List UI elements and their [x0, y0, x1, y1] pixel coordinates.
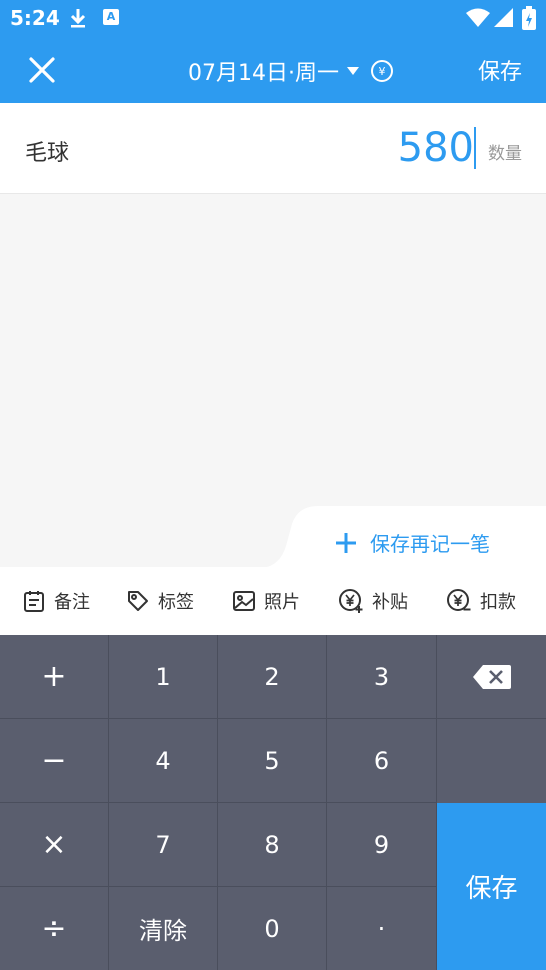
battery-icon [522, 6, 536, 30]
action-bar: 备注 标签 照片 补贴 扣款 [0, 567, 546, 635]
keypad-save-button[interactable]: 保存 [437, 803, 546, 970]
tag-button[interactable]: 标签 [126, 588, 194, 614]
signal-icon [494, 8, 513, 27]
status-bar: 5:24 A [0, 0, 546, 36]
key-dot[interactable]: · [327, 887, 437, 970]
subsidy-button[interactable]: 补贴 [338, 588, 408, 614]
key-minus[interactable]: − [0, 719, 109, 803]
backspace-icon [472, 664, 511, 689]
key-divide[interactable]: ÷ [0, 887, 109, 970]
tag-label: 标签 [158, 592, 194, 613]
chevron-down-icon [346, 67, 359, 75]
unit-label: 数量 [488, 144, 522, 164]
wifi-icon [466, 8, 490, 27]
yuan-minus-icon [447, 589, 471, 611]
key-7[interactable]: 7 [109, 803, 218, 887]
download-icon [70, 9, 86, 28]
photo-icon [233, 591, 255, 611]
key-9[interactable]: 9 [327, 803, 437, 887]
notepad-icon [24, 591, 44, 612]
app-notification-icon: A [103, 9, 119, 25]
key-5[interactable]: 5 [218, 719, 327, 803]
key-times[interactable]: × [0, 803, 109, 887]
save-again-button[interactable]: 保存再记一笔 [262, 506, 546, 568]
tag-icon [128, 591, 148, 611]
date-text: 07月14日·周一 [188, 61, 339, 86]
deduction-label: 扣款 [480, 592, 516, 613]
photo-label: 照片 [264, 592, 300, 613]
key-4[interactable]: 4 [109, 719, 218, 803]
amount-value: 580 [397, 125, 474, 171]
text-cursor [474, 127, 476, 169]
item-name: 毛球 [25, 141, 70, 166]
item-row: 毛球 580 数量 [0, 103, 546, 194]
key-backspace[interactable] [437, 635, 546, 719]
key-6[interactable]: 6 [327, 719, 437, 803]
amount-input[interactable]: 580 [398, 125, 476, 171]
key-plus[interactable]: + [0, 635, 109, 719]
key-3[interactable]: 3 [327, 635, 437, 719]
key-0[interactable]: 0 [218, 887, 327, 970]
header-save-button[interactable]: 保存 [478, 54, 522, 86]
yuan-plus-icon [339, 589, 363, 613]
note-button[interactable]: 备注 [22, 588, 90, 614]
subsidy-label: 补贴 [372, 592, 408, 613]
status-time: 5:24 [10, 6, 60, 30]
note-label: 备注 [54, 592, 90, 613]
close-icon[interactable] [22, 50, 62, 90]
deduction-button[interactable]: 扣款 [446, 588, 516, 614]
key-1[interactable]: 1 [109, 635, 218, 719]
photo-button[interactable]: 照片 [232, 588, 300, 614]
save-again-label: 保存再记一笔 [370, 532, 490, 556]
key-2[interactable]: 2 [218, 635, 327, 719]
key-blank [437, 719, 546, 803]
keypad: + 1 2 3 − 4 5 6 × 7 8 9 ÷ 清除 0 · 保存 [0, 635, 546, 970]
currency-icon[interactable]: ¥ [370, 60, 393, 82]
key-8[interactable]: 8 [218, 803, 327, 887]
date-selector[interactable]: 07月14日·周一 ¥ [188, 55, 393, 87]
app-header: 07月14日·周一 ¥ 保存 [0, 36, 546, 103]
plus-icon [336, 532, 356, 553]
key-clear[interactable]: 清除 [109, 887, 218, 970]
